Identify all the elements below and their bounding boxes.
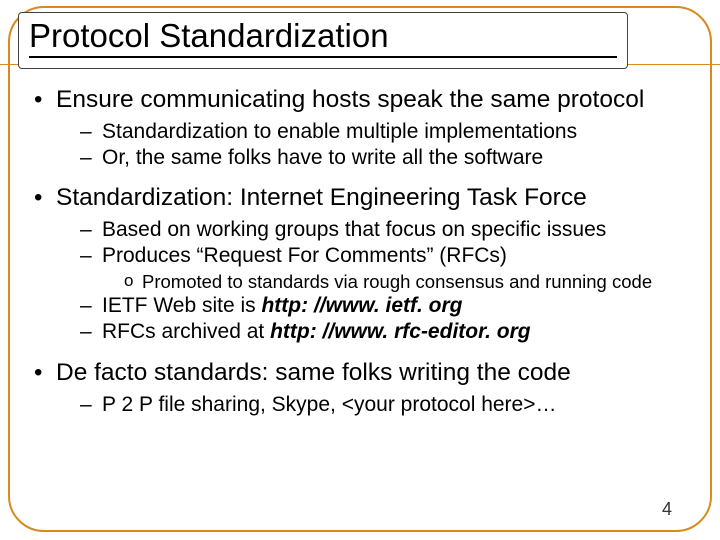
sub-list: Based on working groups that focus on sp… <box>56 217 690 345</box>
page-number: 4 <box>662 499 672 520</box>
sub-item: Produces “Request For Comments” (RFCs) P… <box>80 243 690 294</box>
sub-text: P 2 P file sharing, Skype, <your protoco… <box>102 393 556 416</box>
bullet-item: Ensure communicating hosts speak the sam… <box>32 86 690 170</box>
sub-text: Produces “Request For Comments” (RFCs) <box>102 244 507 267</box>
subsub-list: Promoted to standards via rough consensu… <box>102 270 690 293</box>
sub-list: Standardization to enable multiple imple… <box>56 119 690 170</box>
sub-text-prefix: RFCs archived at <box>102 320 270 343</box>
sub-text-link: http: //www. ietf. org <box>261 294 462 317</box>
bullet-text: De facto standards: same folks writing t… <box>56 359 571 386</box>
bullet-list: Ensure communicating hosts speak the sam… <box>32 86 690 417</box>
bullet-text: Standardization: Internet Engineering Ta… <box>56 184 587 211</box>
sub-item: Standardization to enable multiple imple… <box>80 119 690 145</box>
subsub-item: Promoted to standards via rough consensu… <box>124 270 690 293</box>
bullet-item: Standardization: Internet Engineering Ta… <box>32 184 690 344</box>
sub-text-link: http: //www. rfc-editor. org <box>270 320 531 343</box>
sub-text: Based on working groups that focus on sp… <box>102 218 606 241</box>
bullet-text: Ensure communicating hosts speak the sam… <box>56 86 644 113</box>
sub-text: Standardization to enable multiple imple… <box>102 120 577 143</box>
sub-item: IETF Web site is http: //www. ietf. org <box>80 293 690 319</box>
slide: Protocol Standardization Ensure communic… <box>0 0 720 540</box>
bullet-item: De facto standards: same folks writing t… <box>32 359 690 418</box>
slide-body: Ensure communicating hosts speak the sam… <box>32 86 690 520</box>
sub-item: Based on working groups that focus on sp… <box>80 217 690 243</box>
sub-item: RFCs archived at http: //www. rfc-editor… <box>80 319 690 345</box>
title-box: Protocol Standardization <box>18 12 628 69</box>
sub-list: P 2 P file sharing, Skype, <your protoco… <box>56 392 690 418</box>
sub-text: Or, the same folks have to write all the… <box>102 146 543 169</box>
sub-item: Or, the same folks have to write all the… <box>80 145 690 171</box>
title-underline <box>29 56 617 58</box>
sub-text-prefix: IETF Web site is <box>102 294 261 317</box>
subsub-text: Promoted to standards via rough consensu… <box>142 271 652 292</box>
slide-title: Protocol Standardization <box>29 19 617 54</box>
sub-item: P 2 P file sharing, Skype, <your protoco… <box>80 392 690 418</box>
